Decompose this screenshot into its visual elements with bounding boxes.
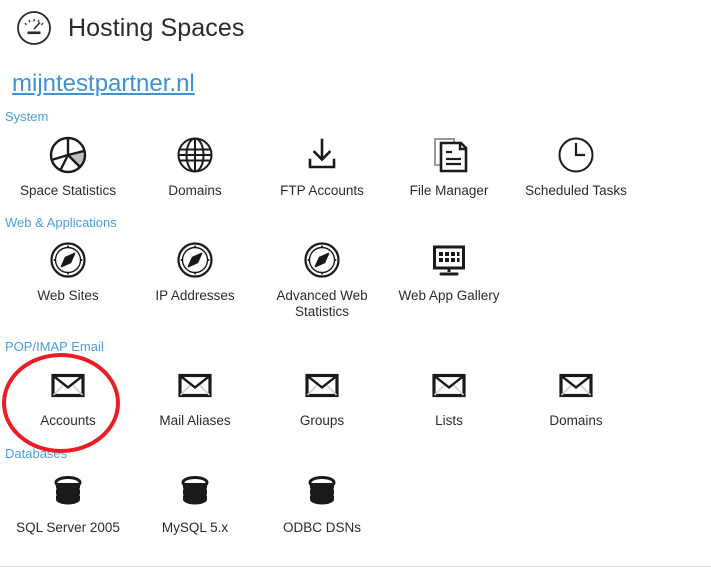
compass-icon <box>9 238 127 282</box>
footer-divider <box>0 566 711 567</box>
tile-label: MySQL 5.x <box>161 520 229 535</box>
envelope-icon <box>263 363 381 407</box>
tile-sql-server-2005[interactable]: SQL Server 2005 <box>9 470 127 536</box>
database-icon <box>9 470 127 514</box>
tile-domains[interactable]: Domains <box>517 363 635 429</box>
database-icon <box>263 470 381 514</box>
icon-row-web-applications: Web Sites IP Addresses Advanced Web Stat… <box>0 238 711 320</box>
hosting-space-link[interactable]: mijntestpartner.nl <box>12 70 195 98</box>
tile-scheduled-tasks[interactable]: Scheduled Tasks <box>517 133 635 199</box>
icon-row-pop-imap-email: Accounts Mail Aliases Groups Lists Domai… <box>0 363 711 443</box>
tile-space-statistics[interactable]: Space Statistics <box>9 133 127 199</box>
tile-label: Web App Gallery <box>398 288 500 303</box>
section-title-databases: Databases <box>5 446 68 461</box>
section-title-pop-imap-email: POP/IMAP Email <box>5 339 104 354</box>
tile-lists[interactable]: Lists <box>390 363 508 429</box>
tile-advanced-web-statistics[interactable]: Advanced Web Statistics <box>263 238 381 320</box>
tile-accounts[interactable]: Accounts <box>9 363 127 429</box>
tile-label: Groups <box>299 413 345 428</box>
icon-row-system: Space Statistics Domains FTP Accounts Fi… <box>0 133 711 213</box>
tile-label: File Manager <box>409 183 489 198</box>
documents-icon <box>390 133 508 177</box>
tile-label: IP Addresses <box>155 288 235 303</box>
download-tray-icon <box>263 133 381 177</box>
envelope-icon <box>517 363 635 407</box>
tile-label: Advanced Web Statistics <box>276 288 368 319</box>
tile-label: Web Sites <box>37 288 99 303</box>
tile-web-app-gallery[interactable]: Web App Gallery <box>390 238 508 304</box>
tile-label: Lists <box>435 413 463 428</box>
page-header: Hosting Spaces <box>14 8 245 48</box>
tile-label: Domains <box>549 413 603 428</box>
compass-icon <box>136 238 254 282</box>
icon-row-databases: SQL Server 2005 MySQL 5.x ODBC DSNs <box>0 470 711 550</box>
tile-label: Mail Aliases <box>159 413 231 428</box>
pie-chart-icon <box>9 133 127 177</box>
tile-groups[interactable]: Groups <box>263 363 381 429</box>
envelope-icon <box>136 363 254 407</box>
section-title-web-applications: Web & Applications <box>5 215 117 230</box>
tile-mysql-5-x[interactable]: MySQL 5.x <box>136 470 254 536</box>
envelope-icon <box>390 363 508 407</box>
monitor-grid-icon <box>390 238 508 282</box>
tile-ftp-accounts[interactable]: FTP Accounts <box>263 133 381 199</box>
envelope-icon <box>9 363 127 407</box>
tile-label: SQL Server 2005 <box>16 520 120 535</box>
tile-ip-addresses[interactable]: IP Addresses <box>136 238 254 304</box>
tile-domains[interactable]: Domains <box>136 133 254 199</box>
tile-label: Space Statistics <box>19 183 117 198</box>
tile-mail-aliases[interactable]: Mail Aliases <box>136 363 254 429</box>
tile-label: Accounts <box>40 413 96 428</box>
database-icon <box>136 470 254 514</box>
section-title-system: System <box>5 109 49 124</box>
globe-icon <box>136 133 254 177</box>
tile-label: Scheduled Tasks <box>525 183 627 198</box>
tile-label: ODBC DSNs <box>282 520 361 535</box>
tile-label: FTP Accounts <box>280 183 364 198</box>
tile-odbc-dsns[interactable]: ODBC DSNs <box>263 470 381 536</box>
tile-label: Domains <box>168 183 222 198</box>
gauge-icon <box>14 8 54 48</box>
tile-web-sites[interactable]: Web Sites <box>9 238 127 304</box>
clock-icon <box>517 133 635 177</box>
tile-file-manager[interactable]: File Manager <box>390 133 508 199</box>
page-title: Hosting Spaces <box>68 13 245 42</box>
compass-icon <box>263 238 381 282</box>
